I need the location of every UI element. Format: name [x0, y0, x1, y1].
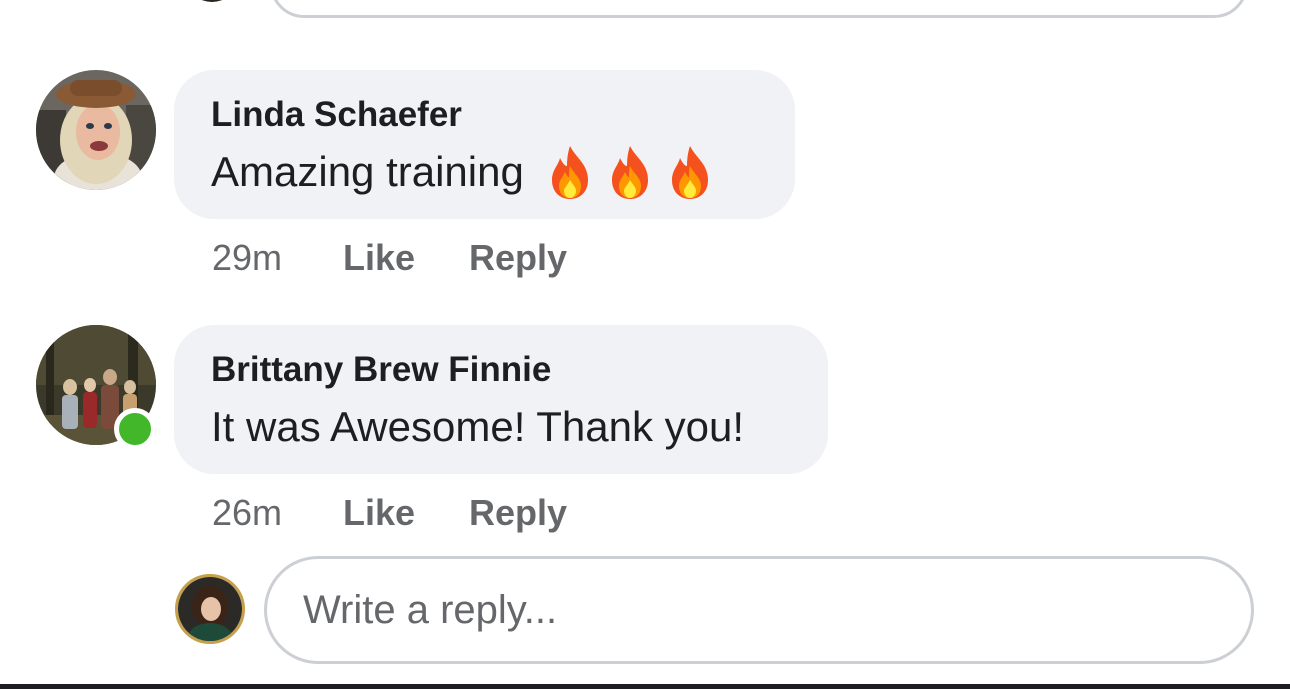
comment-text-row: Amazing training [211, 144, 759, 200]
comment-actions: 29m Like Reply [212, 236, 567, 280]
current-user-avatar [175, 574, 245, 644]
comment-timestamp[interactable]: 29m [212, 236, 343, 280]
avatar-linda-schaefer[interactable] [36, 70, 156, 190]
like-button[interactable]: Like [343, 236, 469, 280]
fire-emoji-icon [611, 146, 648, 199]
comment-bubble: Brittany Brew Finnie It was Awesome! Tha… [174, 325, 828, 474]
fire-emoji-group [546, 144, 714, 200]
previous-avatar [188, 0, 236, 2]
comment-author[interactable]: Brittany Brew Finnie [211, 347, 792, 393]
fire-emoji-icon [551, 146, 588, 199]
current-user-avatar-image [178, 577, 242, 641]
comment-bubble: Linda Schaefer Amazing training [174, 70, 795, 219]
avatar-linda-image [36, 70, 156, 190]
reply-button[interactable]: Reply [469, 236, 567, 280]
like-button[interactable]: Like [343, 491, 469, 535]
comment-text: Amazing training [211, 148, 524, 195]
comment-author[interactable]: Linda Schaefer [211, 92, 759, 138]
comment-text: It was Awesome! Thank you! [211, 403, 745, 450]
fire-emoji-icon [671, 146, 708, 199]
bottom-divider [0, 684, 1290, 689]
comment-actions: 26m Like Reply [212, 491, 567, 535]
online-status-indicator [114, 408, 156, 450]
previous-comment-input[interactable] [270, 0, 1248, 18]
comment-timestamp[interactable]: 26m [212, 491, 343, 535]
reply-button[interactable]: Reply [469, 491, 567, 535]
reply-input[interactable] [264, 556, 1254, 664]
